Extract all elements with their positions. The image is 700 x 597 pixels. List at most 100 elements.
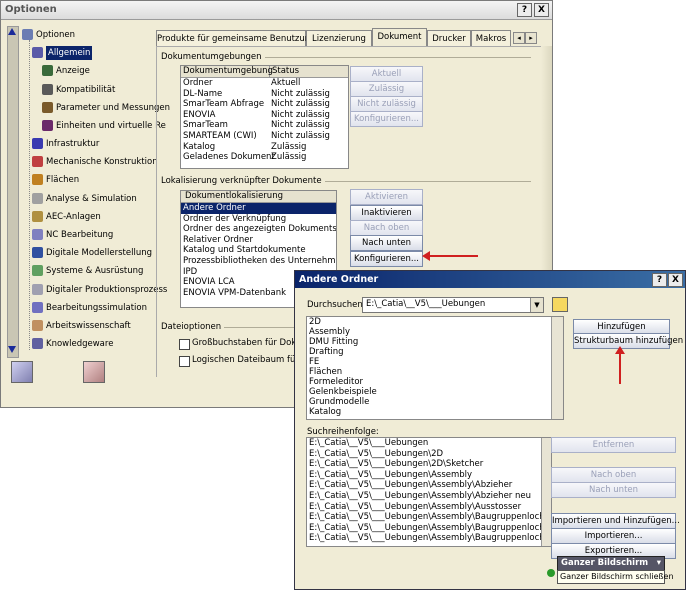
env-table-header: DokumentumgebungStatus — [181, 66, 348, 78]
list-item[interactable]: Andere Ordner — [181, 203, 336, 214]
nicht-zulaessig-button[interactable]: Nicht zulässig — [350, 96, 423, 112]
konfigurieren-env-button[interactable]: Konfigurieren... — [350, 111, 423, 127]
list-item[interactable]: E:\_Catia\__V5\___Uebungen\Assembly\Auss… — [307, 502, 551, 513]
dialog-nach-unten-button[interactable]: Nach unten — [551, 482, 676, 498]
folder-list-scrollbar[interactable] — [551, 317, 563, 419]
list-item[interactable]: E:\_Catia\__V5\___Uebungen\2D\Sketcher — [307, 459, 551, 470]
list-item[interactable]: E:\_Catia\__V5\___Uebungen — [307, 438, 551, 449]
reset-page-icon[interactable] — [83, 361, 105, 383]
window-title: Optionen — [5, 4, 57, 15]
reset-all-icon[interactable] — [11, 361, 33, 383]
tree-node-icon — [32, 247, 43, 259]
tree-node-icon — [32, 283, 43, 295]
lokalisierung-header[interactable]: Dokumentlokalisierung — [181, 191, 336, 203]
list-item[interactable]: E:\_Catia\__V5\___Uebungen\Assembly\Abzi… — [307, 491, 551, 502]
tree-node-icon — [42, 65, 53, 77]
env-name-cell: SMARTEAM (CWI) — [183, 130, 257, 141]
list-item[interactable]: Drafting — [307, 347, 563, 357]
env-status-cell: Zulässig — [271, 141, 307, 152]
green-status-icon — [547, 569, 555, 577]
table-row[interactable]: SmarTeam Abfrage Nicht zulässig — [181, 99, 348, 110]
list-item[interactable]: Katalog und Startdokumente — [181, 245, 336, 256]
tab-lizenzierung[interactable]: Lizenzierung — [306, 30, 372, 46]
tab-dokument[interactable]: Dokument — [372, 28, 427, 46]
env-name-cell: SmarTeam Abfrage — [183, 99, 265, 110]
inaktivieren-button[interactable]: Inaktivieren — [350, 205, 423, 221]
importieren-hinzufuegen-button[interactable]: Importieren und Hinzufügen... — [551, 513, 680, 529]
list-item[interactable]: FE — [307, 357, 563, 367]
folder-up-icon[interactable] — [552, 297, 568, 312]
tree-item-label: Flächen — [46, 175, 80, 186]
scroll-down-icon[interactable] — [8, 346, 16, 353]
env-name-cell: Katalog — [183, 141, 216, 152]
path-dropdown-arrow[interactable]: ▼ — [530, 298, 543, 312]
close-button[interactable]: X — [534, 3, 549, 17]
entfernen-button[interactable]: Entfernen — [551, 437, 676, 453]
aktuell-button[interactable]: Aktuell — [350, 66, 423, 82]
env-table[interactable]: DokumentumgebungStatus Ordner Aktuell DL-N… — [180, 65, 349, 169]
help-button[interactable]: ? — [517, 3, 532, 17]
search-list-scrollbar[interactable] — [541, 438, 551, 546]
tree-item-label: NC Bearbeitung — [46, 230, 114, 240]
grossbuchstaben-checkbox[interactable] — [179, 339, 190, 350]
importieren-button[interactable]: Importieren... — [551, 528, 676, 544]
list-item[interactable]: E:\_Catia\__V5\___Uebungen\Assembly\Baug… — [307, 512, 551, 523]
tab-scroll-left[interactable]: ◂ — [513, 32, 525, 44]
env-col-status[interactable]: Status — [270, 66, 299, 77]
list-item[interactable]: E:\_Catia\__V5\___Uebungen\Assembly — [307, 470, 551, 481]
tree-node-icon — [32, 156, 43, 168]
list-item[interactable]: Prozessbibliotheken des Unternehmens — [181, 256, 336, 267]
dateibaum-label: Logischen Dateibaum für Dl — [192, 355, 311, 365]
group-dateioptionen: Dateioptionen — [161, 322, 301, 332]
list-item[interactable]: E:\_Catia\__V5\___Uebungen\Assembly\Abzi… — [307, 480, 551, 491]
fullscreen-dropdown-icon: ▾ — [656, 558, 661, 568]
table-row[interactable]: ENOVIA Nicht zulässig — [181, 110, 348, 121]
env-col-umgebung[interactable]: Dokumentumgebung — [181, 66, 273, 77]
list-item[interactable]: Ordner der Verknüpfung — [181, 214, 336, 225]
list-item[interactable]: DMU Fitting — [307, 337, 563, 347]
nach-unten-button[interactable]: Nach unten — [350, 235, 423, 251]
dialog-help-button[interactable]: ? — [652, 273, 667, 287]
dialog-nach-oben-button[interactable]: Nach oben — [551, 467, 676, 483]
tree-scrollbar[interactable] — [7, 26, 19, 358]
tab-drucker[interactable]: Drucker — [427, 30, 471, 46]
list-item[interactable]: Flächen — [307, 367, 563, 377]
table-row[interactable]: Ordner Aktuell — [181, 78, 348, 89]
nach-oben-button[interactable]: Nach oben — [350, 220, 423, 236]
folder-list[interactable]: 2D Assembly DMU Fitting Drafting FE Flächen Fo… — [306, 316, 564, 420]
list-item[interactable]: Gelenkbeispiele — [307, 387, 563, 397]
tab-scroll-right[interactable]: ▸ — [525, 32, 537, 44]
list-item[interactable]: E:\_Catia\__V5\___Uebungen\Assembly\Baug… — [307, 533, 551, 544]
list-item[interactable]: Formeleditor — [307, 377, 563, 387]
table-row[interactable]: Geladenes DokumentZulässig — [181, 152, 348, 163]
zulaessig-button[interactable]: Zulässig — [350, 81, 423, 97]
list-item[interactable]: Relativer Ordner — [181, 235, 336, 246]
aktivieren-button[interactable]: Aktivieren — [350, 189, 423, 205]
table-row[interactable]: SMARTEAM (CWI) Nicht zulässig — [181, 131, 348, 142]
path-combobox[interactable]: E:\_Catia\__V5\___Uebungen ▼ — [362, 297, 544, 313]
list-item[interactable]: Katalog — [307, 407, 563, 417]
konfigurieren-lok-button[interactable]: Konfigurieren... — [350, 251, 423, 267]
search-order-list[interactable]: E:\_Catia\__V5\___Uebungen E:\_Catia\__V5… — [306, 437, 552, 547]
env-status-cell: Nicht zulässig — [271, 109, 330, 120]
tab-produkte[interactable]: Produkte für gemeinsame Benutzung — [156, 30, 316, 46]
table-row[interactable]: SmarTeam Nicht zulässig — [181, 120, 348, 131]
tree-item-label: Anzeige — [56, 66, 90, 77]
dateibaum-checkbox[interactable] — [179, 356, 190, 367]
list-item[interactable]: E:\_Catia\__V5\___Uebungen\Assembly\Baug… — [307, 523, 551, 534]
list-item[interactable]: Assembly — [307, 327, 563, 337]
tree-node-icon — [42, 120, 53, 131]
table-row[interactable]: DL-Name Nicht zulässig — [181, 89, 348, 100]
list-item[interactable]: E:\_Catia\__V5\___Uebungen\2D — [307, 449, 551, 460]
dialog-close-button[interactable]: X — [668, 273, 683, 287]
table-row[interactable]: Katalog Zulässig — [181, 142, 348, 153]
list-item[interactable]: 2D — [307, 317, 563, 327]
arrow-to-konfigurieren-icon — [422, 251, 478, 261]
fullscreen-tooltip: Ganzer Bildschirm schließen — [557, 570, 674, 584]
fullscreen-button[interactable]: Ganzer Bildschirm ▾ — [557, 556, 665, 571]
list-item[interactable]: Ordner des angezeigten Dokuments — [181, 224, 336, 235]
list-item[interactable]: Grundmodelle — [307, 397, 563, 407]
tab-makros[interactable]: Makros — [471, 30, 511, 46]
tree-item-label: Arbeitswissenschaft — [46, 321, 131, 331]
scroll-up-icon[interactable] — [8, 28, 16, 35]
